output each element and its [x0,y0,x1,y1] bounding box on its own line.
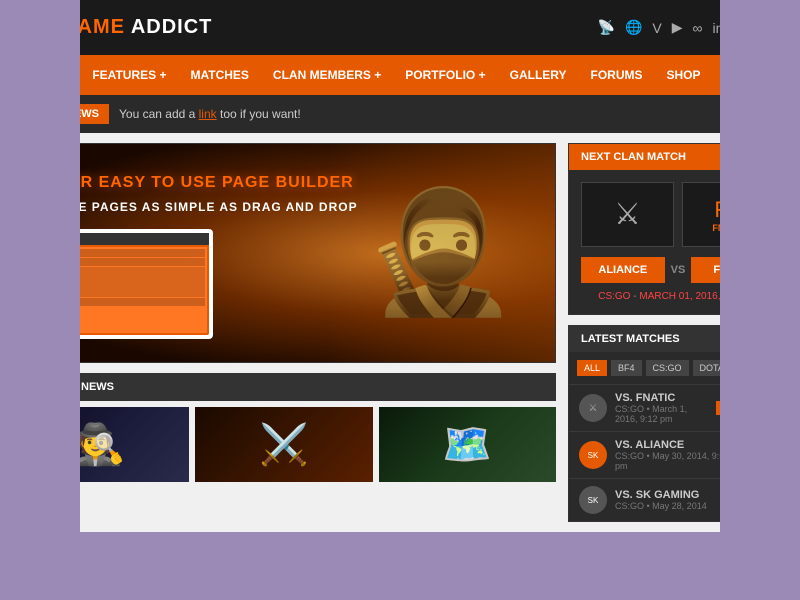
match-badge-1: UPCOMING [716,401,778,415]
match-info-1: VS. FNATIC CS:GO • March 1, 2016, 9:12 p… [615,392,708,424]
vs-teams: ALIANCE VS FNATIC [581,257,775,283]
site-logo[interactable]: 🔥 GAME ADDICT [15,9,212,47]
match-time: 9:12PM [723,291,757,302]
logo-text: GAME ADDICT [61,16,212,39]
nav-shop[interactable]: SHOP [655,55,713,95]
ticker-prev[interactable]: ◀ [726,105,744,123]
match-vs-1: VS. FNATIC [615,392,708,404]
facebook-icon[interactable]: f [781,20,785,36]
gplus-icon[interactable]: g+ [733,20,749,36]
nav-portfolio[interactable]: PORTFOLIO + [393,55,497,95]
social-icons: 📡 🌐 V ▶ ∞ in g+ ✦ f [598,19,785,36]
clan-match-widget: NEXT CLAN MATCH ⚔ FK FNATIC [568,143,788,315]
nav-home[interactable]: HOME + [10,55,80,95]
main-nav: HOME + FEATURES + MATCHES CLAN MEMBERS +… [0,55,800,95]
latest-matches-widget: LATEST MATCHES ALL BF4 CS:GO DOTA 2 LOL … [568,325,788,522]
ticker-next[interactable]: ▶ [770,105,788,123]
logo-icon: 🔥 [15,9,53,47]
sidebar: NEXT CLAN MATCH ⚔ FK FNATIC [568,143,788,522]
match-info: CS:GO - MARCH 01, 2016, 9:12PM [581,291,775,302]
nav-clan-members[interactable]: CLAN MEMBERS + [261,55,393,95]
filter-dota2[interactable]: DOTA 2 [693,360,738,376]
ticker-content: You can add a link too if you want! [119,107,716,121]
match-badge-3: 0:1 [752,493,777,507]
linkedin-icon[interactable]: in [713,20,724,36]
latest-news-header: LATEST NEWS [12,373,556,401]
nav-blog[interactable]: BLOG + [713,55,782,95]
match-avatar-3: SK [579,486,607,514]
filter-csgo[interactable]: CS:GO [646,360,689,376]
ticker-controls: ◀ ■ ▶ [726,105,788,123]
news-thumb-1[interactable]: 🕵️ [12,407,189,482]
hero-mockup [33,229,213,339]
news-thumb-3[interactable]: 🗺️ [379,407,556,482]
news-grid: 🕵️ ⚔️ 🗺️ [12,401,556,482]
team2-logo: FK FNATIC [682,182,775,247]
news-icon-1: 🕵️ [76,421,126,468]
filter-bf4[interactable]: BF4 [611,360,642,376]
nav-forums[interactable]: FORUMS [579,55,655,95]
filter-lol[interactable]: LOL [742,360,773,376]
match-badge-2: 0:0 [752,448,777,462]
match-meta-1: CS:GO • March 1, 2016, 9:12 pm [615,404,708,424]
vs-label: VS [671,264,686,276]
match-avatar-1: ⚔ [579,394,607,422]
ticker-bar: TICKER NEWS You can add a link too if yo… [0,95,800,133]
ticker-link[interactable]: link [199,107,217,121]
news-icon-2: ⚔️ [259,421,309,468]
news-icon-3: 🗺️ [442,421,492,468]
match-entry-1: ⚔ VS. FNATIC CS:GO • March 1, 2016, 9:12… [569,384,787,431]
nav-contact[interactable]: CONTACT [782,55,800,95]
match-avatar-2: SK [579,441,607,469]
news-thumb-2[interactable]: ⚔️ [195,407,372,482]
match-vs-2: VS. ALIANCE [615,439,744,451]
latest-matches-header: LATEST MATCHES [569,326,787,352]
filter-all[interactable]: ALL [577,360,607,376]
main-content: SUPER EASY TO USE PAGE BUILDER CREATE PA… [12,143,556,522]
twitter-icon[interactable]: ✦ [759,19,771,36]
match-filters: ALL BF4 CS:GO DOTA 2 LOL [569,352,787,384]
twitch-icon[interactable]: ∞ [693,20,703,36]
clan-match-header: NEXT CLAN MATCH [569,144,787,170]
youtube-icon[interactable]: ▶ [672,19,683,36]
teams-logos: ⚔ FK FNATIC [581,182,775,247]
vimeo-icon[interactable]: V [652,20,661,36]
latest-news-section: LATEST NEWS 🕵️ ⚔️ 🗺️ [12,373,556,482]
hero-banner: SUPER EASY TO USE PAGE BUILDER CREATE PA… [12,143,556,363]
hero-subtitle: CREATE PAGES AS SIMPLE AS DRAG AND DROP [33,200,358,214]
match-game: CS:GO [598,291,630,302]
team1-button[interactable]: ALIANCE [581,257,665,283]
hero-title: SUPER EASY TO USE PAGE BUILDER [33,174,358,192]
globe-icon[interactable]: 🌐 [625,19,642,36]
ticker-label: TICKER NEWS [12,104,109,124]
match-entry-2: SK VS. ALIANCE CS:GO • May 30, 2014, 9:5… [569,431,787,478]
nav-gallery[interactable]: GALLERY [498,55,579,95]
nav-features[interactable]: FEATURES + [80,55,178,95]
team1-logo: ⚔ [581,182,674,247]
match-vs-3: VS. SK GAMING [615,489,744,501]
match-info-3: VS. SK GAMING CS:GO • May 28, 2014 [615,489,744,511]
match-entry-3: SK VS. SK GAMING CS:GO • May 28, 2014 0:… [569,478,787,521]
nav-matches[interactable]: MATCHES [178,55,260,95]
match-meta-2: CS:GO • May 30, 2014, 9:55 pm [615,451,744,471]
match-meta-3: CS:GO • May 28, 2014 [615,501,744,511]
match-date: MARCH 01, 2016, [639,291,720,302]
ticker-pause[interactable]: ■ [748,105,766,123]
rss-icon[interactable]: 📡 [598,19,615,36]
match-info-2: VS. ALIANCE CS:GO • May 30, 2014, 9:55 p… [615,439,744,471]
team2-button[interactable]: FNATIC [691,257,775,283]
